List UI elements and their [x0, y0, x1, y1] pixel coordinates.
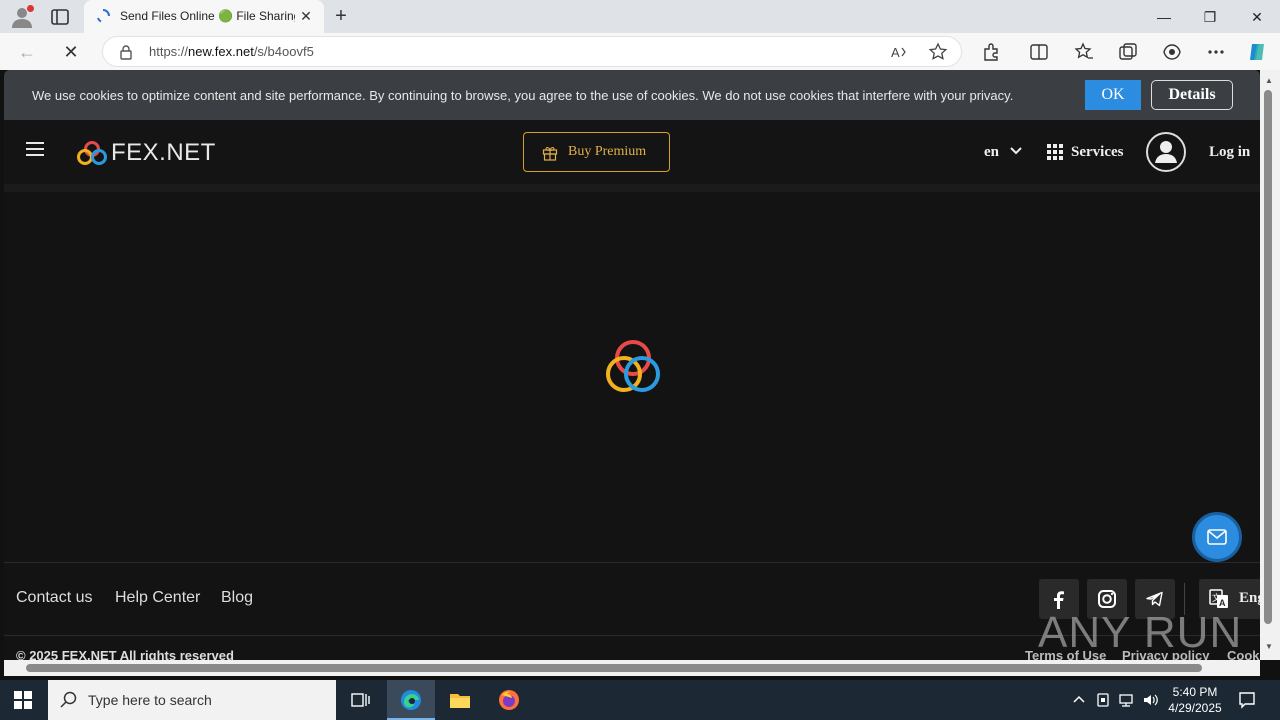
favorites-icon[interactable] [1073, 41, 1095, 63]
tray-overflow-chevron-icon[interactable] [1071, 692, 1087, 708]
gift-icon [542, 147, 558, 161]
notification-dot [27, 5, 34, 12]
address-bar[interactable]: https://new.fex.net/s/b4oovf5 A [102, 36, 962, 67]
footer-link-help-center[interactable]: Help Center [115, 589, 200, 607]
browser-titlebar: Send Files Online 🟢 File Sharing ✕ + — ❐… [0, 0, 1280, 33]
web-page: We use cookies to optimize content and s… [4, 70, 1260, 660]
tray-device-icon[interactable] [1095, 692, 1111, 708]
svg-text:A: A [1219, 598, 1226, 608]
profile-avatar-icon[interactable] [10, 5, 34, 29]
loading-rings-icon [606, 340, 660, 392]
task-view-icon [351, 693, 370, 707]
edge-browser-icon [401, 690, 421, 710]
cookie-message: We use cookies to optimize content and s… [32, 88, 1014, 103]
mail-icon [1207, 529, 1227, 545]
search-placeholder: Type here to search [88, 692, 212, 708]
vertical-scrollbar[interactable]: ▲ ▼ [1260, 70, 1280, 660]
user-avatar-icon[interactable] [1146, 132, 1186, 172]
browser-essentials-icon[interactable] [1161, 41, 1183, 63]
services-grid-icon[interactable] [1047, 144, 1063, 160]
header-divider [4, 184, 1260, 192]
windows-taskbar: Type here to search 5:40 PM 4/29/2025 [0, 680, 1280, 720]
back-button[interactable]: ← [16, 41, 38, 63]
copyright-text: © 2025 FEX.NET All rights reserved [16, 648, 234, 660]
volume-icon[interactable] [1142, 692, 1158, 708]
windows-start-icon[interactable] [14, 691, 32, 709]
horizontal-scrollbar[interactable] [4, 660, 1260, 676]
browser-toolbar: ← ✕ https://new.fex.net/s/b4oovf5 A [0, 33, 1280, 70]
vertical-scroll-thumb[interactable] [1264, 90, 1272, 624]
network-icon[interactable] [1118, 692, 1134, 708]
scroll-down-arrow-icon[interactable]: ▼ [1264, 642, 1274, 652]
search-icon [60, 691, 77, 708]
split-screen-icon[interactable] [1028, 41, 1050, 63]
collections-icon[interactable] [1117, 41, 1139, 63]
buy-premium-label: Buy Premium [568, 144, 647, 159]
new-tab-button[interactable]: + [330, 6, 352, 28]
stop-loading-button[interactable]: ✕ [60, 41, 82, 63]
tab-title: Send Files Online 🟢 File Sharing [120, 9, 295, 23]
site-header: FEX.NET Buy Premium en Services Log in [4, 120, 1260, 184]
task-view-button[interactable] [336, 680, 384, 720]
clock-time: 5:40 PM [1172, 685, 1218, 699]
restore-button[interactable]: ❐ [1199, 6, 1221, 28]
language-label: Eng [1239, 590, 1260, 606]
footer-link-blog[interactable]: Blog [221, 589, 253, 607]
login-link[interactable]: Log in [1209, 144, 1250, 161]
taskbar-search-box[interactable]: Type here to search [48, 680, 336, 720]
read-aloud-icon[interactable]: A [889, 42, 909, 62]
instagram-icon [1098, 590, 1116, 608]
language-selector[interactable]: en [984, 144, 999, 161]
url-text: https://new.fex.net/s/b4oovf5 [149, 44, 314, 59]
cookie-ok-button[interactable]: OK [1085, 80, 1141, 110]
close-window-button[interactable]: ✕ [1246, 6, 1268, 28]
cookie-details-button[interactable]: Details [1151, 80, 1233, 110]
footer-link-contact[interactable]: Contact us [16, 589, 92, 607]
fex-logo-icon [77, 141, 107, 165]
loading-spinner-icon [97, 9, 110, 23]
logo-text: FEX.NET [111, 139, 216, 166]
copilot-icon[interactable] [1246, 41, 1268, 63]
extensions-icon[interactable] [980, 41, 1002, 63]
more-options-icon[interactable] [1205, 41, 1227, 63]
lock-icon [120, 45, 132, 60]
buy-premium-button[interactable]: Buy Premium [523, 132, 670, 172]
browser-tab-active[interactable]: Send Files Online 🟢 File Sharing ✕ [84, 0, 324, 33]
taskbar-firefox-button[interactable] [485, 680, 533, 720]
facebook-icon [1054, 591, 1064, 609]
notification-center-icon[interactable] [1238, 691, 1256, 709]
tab-actions-icon[interactable] [48, 5, 72, 29]
minimize-button[interactable]: — [1153, 6, 1175, 28]
hamburger-menu-icon[interactable] [26, 142, 44, 158]
taskbar-file-explorer-button[interactable] [436, 680, 484, 720]
taskbar-clock[interactable]: 5:40 PM 4/29/2025 [1160, 684, 1230, 716]
clock-date: 4/29/2025 [1168, 701, 1222, 715]
chevron-down-icon[interactable] [1009, 146, 1023, 156]
tab-close-icon[interactable]: ✕ [298, 8, 314, 24]
anyrun-watermark: ANY RUN [1038, 608, 1243, 657]
firefox-icon [499, 690, 519, 710]
services-menu[interactable]: Services [1071, 144, 1123, 161]
taskbar-edge-button[interactable] [387, 680, 435, 720]
favorite-star-icon[interactable] [928, 42, 948, 62]
telegram-icon [1146, 591, 1163, 607]
translate-icon: 文A [1209, 589, 1228, 608]
svg-text:A: A [891, 45, 900, 60]
folder-icon [450, 694, 470, 708]
scroll-up-arrow-icon[interactable]: ▲ [1264, 76, 1274, 86]
contact-mail-button[interactable] [1192, 512, 1242, 562]
horizontal-scroll-thumb[interactable] [26, 664, 1202, 672]
cookie-banner: We use cookies to optimize content and s… [4, 70, 1260, 120]
